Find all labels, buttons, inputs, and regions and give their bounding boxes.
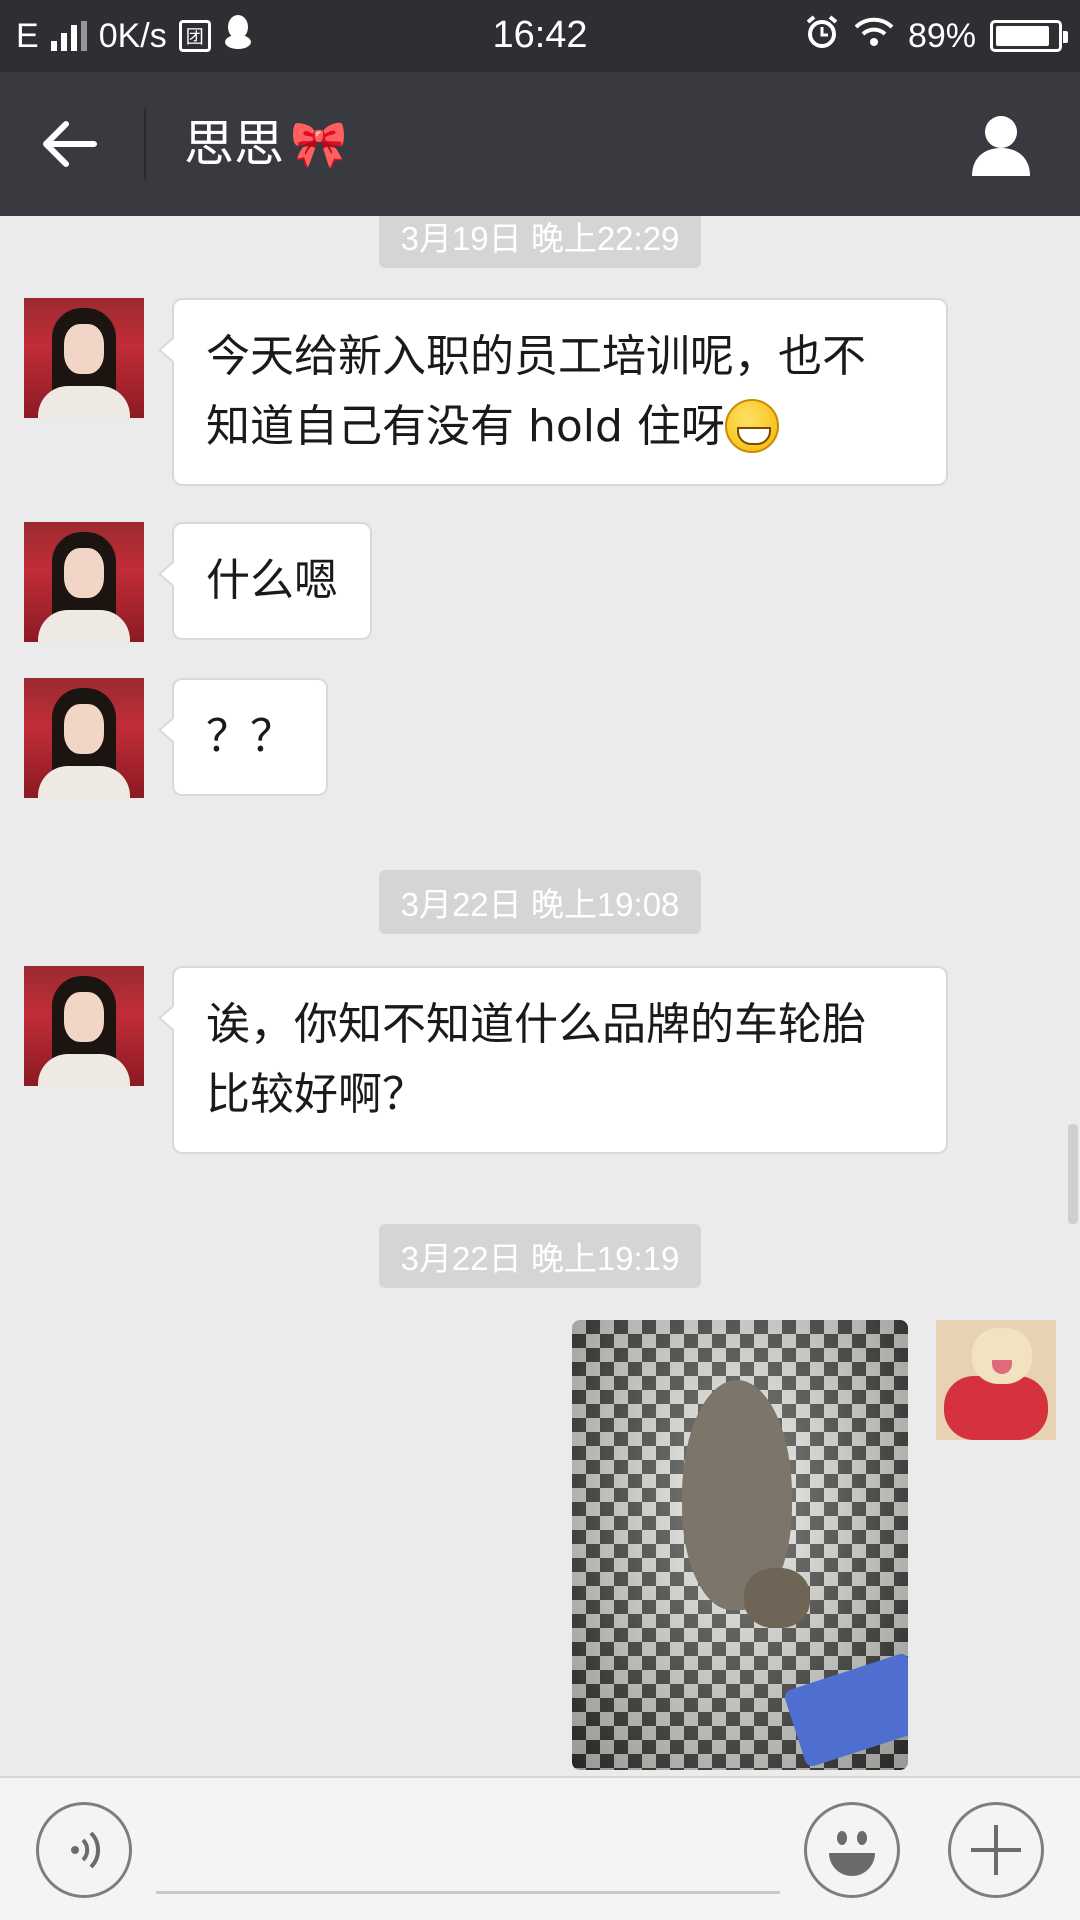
more-button[interactable] (948, 1802, 1044, 1898)
back-button[interactable] (38, 112, 102, 176)
battery-icon (990, 20, 1068, 52)
contact-name: 思思 (184, 115, 284, 173)
contact-avatar[interactable] (24, 298, 144, 418)
message-bubble[interactable]: 诶，你知不知道什么品牌的车轮胎 比较好啊？ (158, 966, 948, 1154)
voice-button[interactable] (36, 1802, 132, 1898)
ribbon-emoji: 🎀 (290, 117, 348, 171)
message-text: 什么嗯 (206, 555, 338, 606)
alarm-icon (804, 14, 840, 59)
message-text-line2: 知道自己有没有 hold 住呀 (206, 392, 914, 462)
wifi-icon (854, 16, 894, 57)
smiley-icon (829, 1831, 875, 1876)
message-bubble[interactable]: 什么嗯 (158, 522, 372, 640)
my-avatar[interactable] (936, 1320, 1056, 1440)
message-bubble[interactable]: 今天给新入职的员工培训呢，也不 知道自己有没有 hold 住呀 (158, 298, 948, 486)
chat-area[interactable]: 3月19日 晚上22:29 今天给新入职的员工培训呢，也不 知道自己有没有 ho… (0, 216, 1080, 1776)
status-bar: E 0K/s 团 16:42 89% (0, 0, 1080, 72)
battery-percent: 89% (907, 16, 976, 55)
status-right: 89% (804, 12, 1068, 60)
message-text: ？？ (206, 711, 294, 762)
contact-avatar[interactable] (24, 678, 144, 798)
message-text-line2: 比较好啊？ (206, 1069, 426, 1120)
timestamp: 3月22日 晚上19:08 (0, 870, 1080, 934)
plus-icon (971, 1825, 1021, 1875)
profile-button[interactable] (966, 110, 1036, 180)
message-text: 诶，你知不知道什么品牌的车轮胎 (206, 999, 866, 1050)
input-bar (0, 1776, 1080, 1920)
cat-on-tile-floor-photo[interactable] (572, 1320, 908, 1770)
emoji-button[interactable] (804, 1802, 900, 1898)
contact-avatar[interactable] (24, 966, 144, 1086)
voice-icon (71, 1831, 101, 1869)
grinning-emoji-icon (724, 399, 779, 453)
message-bubble[interactable]: ？？ (158, 678, 328, 796)
person-icon (972, 116, 1030, 176)
title-bar: 思思 🎀 (0, 72, 1080, 216)
message-text: 今天给新入职的员工培训呢，也不 (206, 331, 866, 382)
title-divider (144, 108, 146, 180)
message-input[interactable] (156, 1808, 780, 1894)
chat-title: 思思 🎀 (184, 112, 347, 176)
arrow-left-icon (43, 121, 97, 167)
scrollbar[interactable] (1068, 1124, 1078, 1224)
timestamp: 3月19日 晚上22:29 (0, 216, 1080, 268)
timestamp: 3月22日 晚上19:19 (0, 1224, 1080, 1288)
contact-avatar[interactable] (24, 522, 144, 642)
